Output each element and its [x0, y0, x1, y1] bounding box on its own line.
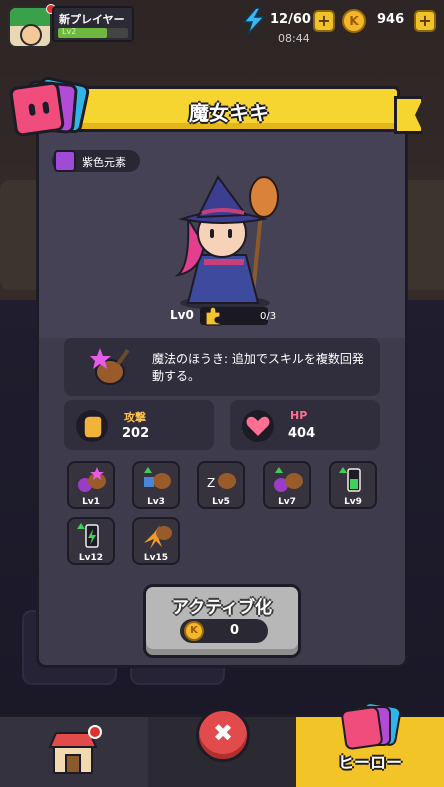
skill-level-label: Lv3	[147, 497, 165, 507]
close-icon: ✖	[212, 719, 234, 747]
energy-bolt-icon	[242, 8, 266, 34]
player-level: Lv2	[62, 27, 77, 36]
player-avatar[interactable]	[8, 6, 52, 48]
add-coins-button[interactable]: +	[414, 10, 436, 32]
coin-count: 946	[377, 12, 405, 27]
attack-label: 攻撃	[124, 411, 146, 424]
element-badge: 紫色元素	[52, 150, 140, 172]
skill-level-label: Lv5	[212, 497, 230, 507]
nav-shop-tab[interactable]	[0, 717, 148, 787]
broom-burst-icon	[144, 525, 172, 549]
battery-charge-icon	[77, 523, 99, 548]
energy-count: 12/60	[270, 12, 311, 27]
skill-tile-lv15[interactable]: Lv15	[132, 517, 180, 565]
broom-speed-skill-icon	[78, 467, 106, 492]
skill-tile-lv9[interactable]: Lv9	[329, 461, 377, 509]
coin-icon: K	[342, 9, 366, 33]
shop-notification-dot	[88, 725, 102, 739]
hp-value: 404	[288, 426, 316, 441]
energy-timer: 08:44	[278, 32, 310, 45]
shard-count: 0/3	[260, 311, 277, 322]
broom-sleep-skill-icon: Z	[207, 473, 236, 490]
skill-description: 魔法のほうき: 追加でスキルを複数回発動する。	[152, 352, 364, 383]
activate-button[interactable]: アクティブ化 K 0	[143, 584, 301, 658]
hero-level: Lv0	[170, 308, 194, 322]
activate-label: アクティブ化	[171, 598, 273, 618]
close-button[interactable]: ✖	[196, 708, 250, 762]
skill-level-label: Lv7	[278, 497, 296, 507]
player-name: 新プレイヤー	[59, 13, 125, 26]
heart-icon	[242, 410, 274, 442]
hero-level-strip: Lv0 0/3	[170, 306, 276, 326]
skill-tile-lv3[interactable]: Lv3	[132, 461, 180, 509]
hp-stat-panel: HP 404	[230, 400, 380, 450]
hero-cards-icon	[8, 75, 94, 138]
coin-icon: K	[184, 621, 204, 641]
broom-purple-up-icon	[274, 467, 303, 492]
add-energy-button[interactable]: +	[313, 10, 335, 32]
activate-cost: K 0	[180, 619, 268, 643]
attack-fist-icon	[76, 410, 108, 442]
svg-text:Z: Z	[207, 476, 215, 490]
hero-name: 魔女キキ	[189, 101, 269, 125]
skill-level-label: Lv9	[344, 497, 362, 507]
element-label: 紫色元素	[82, 156, 126, 169]
skill-tile-lv5[interactable]: Z Lv5	[197, 461, 245, 509]
attack-stat-panel: 攻撃 202	[64, 400, 214, 450]
nav-hero-label: ヒーロー	[337, 753, 402, 772]
player-info[interactable]: 新プレイヤー Lv2	[52, 6, 134, 42]
broom-attack-up-icon	[144, 467, 171, 489]
skill-tile-lv1[interactable]: Lv1	[67, 461, 115, 509]
top-bar: 新プレイヤー Lv2 12/60 + 08:44 K 946 +	[0, 0, 444, 52]
skill-level-label: Lv15	[143, 553, 169, 563]
battery-up-icon	[339, 467, 361, 492]
hp-label: HP	[290, 409, 308, 422]
skill-description-panel: 魔法のほうき: 追加でスキルを複数回発動する。	[64, 338, 380, 396]
skill-tile-lv7[interactable]: Lv7	[263, 461, 311, 509]
puzzle-piece-icon	[205, 306, 221, 326]
magic-broom-skill-icon	[90, 348, 130, 385]
purple-element-icon	[54, 150, 76, 172]
hero-cards-nav-icon	[341, 702, 402, 750]
title-banner: 魔女キキ	[58, 86, 400, 132]
attack-value: 202	[122, 426, 150, 441]
skill-level-label: Lv12	[78, 553, 104, 563]
level-progress-bar: Lv2	[58, 27, 128, 38]
skill-level-label: Lv1	[82, 497, 100, 507]
activate-cost-value: 0	[230, 623, 240, 638]
witch-hero-image	[174, 175, 279, 304]
nav-hero-tab[interactable]: ヒーロー	[296, 702, 444, 787]
skill-tile-lv12[interactable]: Lv12	[67, 517, 115, 565]
